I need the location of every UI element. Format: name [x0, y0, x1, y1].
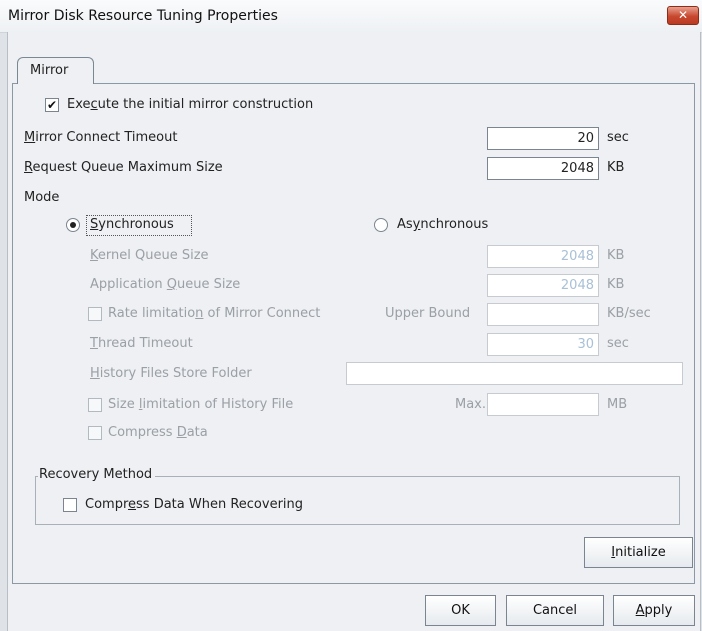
- history-size-checkbox[interactable]: [88, 398, 102, 412]
- compress-recovering-checkbox[interactable]: [63, 498, 77, 512]
- history-max-unit: MB: [607, 397, 628, 412]
- rate-limitation-label[interactable]: Rate limitation of Mirror Connect: [108, 306, 320, 322]
- history-max-input[interactable]: [487, 393, 599, 416]
- history-size-label[interactable]: Size limitation of History File: [108, 397, 293, 413]
- title-bar: Mirror Disk Resource Tuning Properties ✕: [0, 0, 702, 33]
- radio-selected-dot: [70, 222, 76, 228]
- check-icon: ✔: [46, 98, 58, 112]
- request-queue-input[interactable]: 2048: [487, 157, 599, 180]
- kernel-queue-input[interactable]: 2048: [487, 245, 599, 268]
- request-queue-unit: KB: [607, 160, 625, 175]
- connect-timeout-input[interactable]: 20: [487, 127, 599, 150]
- history-folder-label: History Files Store Folder: [90, 366, 252, 381]
- initial-mirror-checkbox[interactable]: ✔: [45, 98, 59, 112]
- connect-timeout-unit: sec: [607, 130, 629, 145]
- asynchronous-radio[interactable]: [374, 218, 388, 232]
- connect-timeout-label: Mirror Connect Timeout: [24, 130, 178, 145]
- initialize-button[interactable]: Initialize: [584, 537, 693, 568]
- history-folder-input[interactable]: [346, 362, 683, 385]
- tab-mirror-label: Mirror: [30, 63, 69, 78]
- application-queue-label: Application Queue Size: [90, 277, 241, 292]
- window-title: Mirror Disk Resource Tuning Properties: [8, 8, 278, 24]
- cancel-button[interactable]: Cancel: [506, 595, 604, 626]
- rate-limitation-checkbox[interactable]: [88, 307, 102, 321]
- tab-mirror[interactable]: Mirror: [17, 57, 94, 84]
- recovery-method-title: Recovery Method: [38, 467, 156, 483]
- application-queue-input[interactable]: 2048: [487, 274, 599, 297]
- upper-bound-label: Upper Bound: [385, 306, 471, 321]
- synchronous-radio[interactable]: [66, 218, 80, 232]
- thread-timeout-label: Thread Timeout: [90, 336, 193, 351]
- compress-data-label[interactable]: Compress Data: [108, 425, 208, 441]
- thread-timeout-unit: sec: [607, 336, 629, 351]
- compress-recovering-label[interactable]: Compress Data When Recovering: [85, 497, 303, 513]
- synchronous-label[interactable]: Synchronous: [90, 217, 174, 233]
- history-max-label: Max.: [455, 397, 487, 412]
- asynchronous-label[interactable]: Asynchronous: [397, 217, 488, 233]
- initial-mirror-label[interactable]: Execute the initial mirror construction: [67, 97, 313, 113]
- kernel-queue-unit: KB: [607, 248, 625, 263]
- kernel-queue-label: Kernel Queue Size: [90, 248, 209, 263]
- compress-data-checkbox[interactable]: [88, 426, 102, 440]
- application-queue-unit: KB: [607, 277, 625, 292]
- request-queue-label: Request Queue Maximum Size: [24, 160, 223, 175]
- close-button[interactable]: ✕: [667, 6, 699, 25]
- upper-bound-unit: KB/sec: [607, 306, 651, 321]
- thread-timeout-input[interactable]: 30: [487, 333, 599, 356]
- ok-button[interactable]: OK: [425, 595, 496, 626]
- mode-label: Mode: [24, 190, 60, 205]
- upper-bound-input[interactable]: [487, 303, 599, 326]
- close-icon: ✕: [677, 8, 689, 22]
- apply-button[interactable]: Apply: [613, 595, 695, 626]
